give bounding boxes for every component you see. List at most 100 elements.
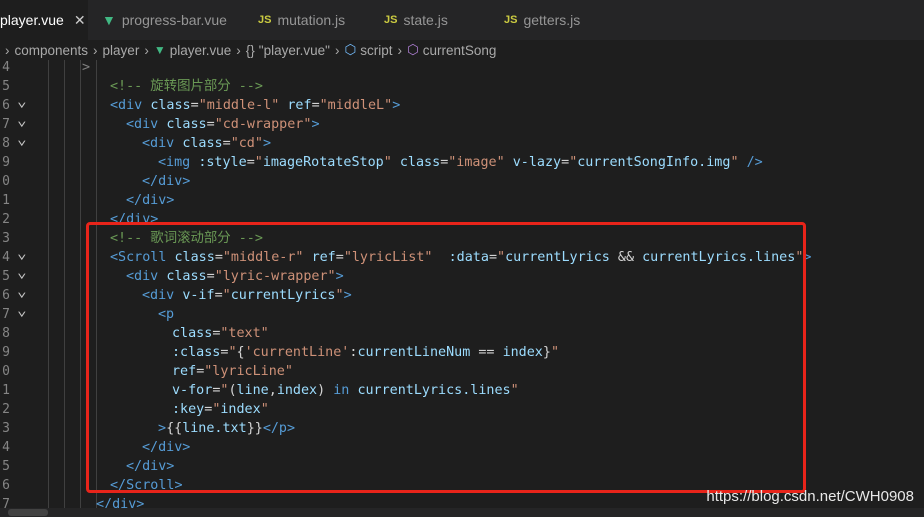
tab-label: player.vue — [0, 12, 64, 28]
code-token: = — [222, 136, 231, 151]
code-token: v-lazy — [512, 155, 562, 170]
line-number: 0 — [2, 364, 10, 379]
fold-chevron-icon[interactable]: ⌄ — [17, 281, 27, 300]
breadcrumb-item[interactable]: script — [360, 43, 392, 58]
code-token: imageRotateStop — [262, 155, 384, 170]
code-token: /> — [746, 155, 763, 170]
code-token: class — [182, 136, 223, 151]
watermark: https://blog.csdn.net/CWH0908 — [706, 488, 914, 505]
code-token: <div — [142, 136, 175, 151]
code-text: </div> — [142, 172, 190, 191]
line-number: 8 — [2, 326, 10, 341]
code-line[interactable]: 4 > — [0, 58, 924, 77]
tab-bar: player.vue ✕ ▼ progress-bar.vue JS mutat… — [0, 0, 924, 40]
code-token: = — [246, 155, 255, 170]
code-line[interactable]: 9 <img :style="imageRotateStop" class="im… — [0, 153, 924, 172]
fold-chevron-icon[interactable]: ⌄ — [17, 129, 27, 148]
tab-getters-js[interactable]: JS getters.js — [488, 0, 608, 40]
chevron-right-icon: › — [236, 42, 241, 58]
chevron-right-icon: › — [93, 42, 98, 58]
code-token: <div — [110, 98, 143, 113]
code-line[interactable]: 1 </div> — [0, 191, 924, 210]
code-token: = — [190, 98, 199, 113]
code-token: :style — [198, 155, 247, 170]
code-token: currentSongInfo.img — [577, 155, 731, 170]
code-token: class — [150, 98, 191, 113]
line-number: 3 — [2, 421, 10, 436]
code-token: class — [166, 117, 207, 132]
line-number: 6 — [2, 288, 10, 303]
code-token: > — [82, 60, 91, 75]
line-number: 5 — [2, 79, 10, 94]
code-text: <div class="cd-wrapper"> — [126, 115, 320, 134]
line-number: 1 — [2, 193, 10, 208]
code-token: " — [254, 155, 263, 170]
line-number: 9 — [2, 155, 10, 170]
line-number: 0 — [2, 174, 10, 189]
tab-state-js[interactable]: JS state.js — [368, 0, 488, 40]
code-text: <!-- 旋转图片部分 --> — [110, 77, 263, 96]
vue-icon: ▼ — [102, 12, 116, 28]
code-token: > — [311, 117, 320, 132]
code-text: </div> — [126, 191, 174, 210]
line-number: 5 — [2, 269, 10, 284]
code-text: > — [82, 58, 90, 77]
code-token: "cd" — [230, 136, 263, 151]
code-line[interactable]: 7 ⌄ <div class="cd-wrapper"> — [0, 110, 924, 134]
horizontal-scrollbar[interactable] — [0, 508, 924, 517]
vue-icon: ▼ — [153, 43, 166, 57]
code-token: = — [561, 155, 570, 170]
code-token: > — [262, 136, 271, 151]
fold-chevron-icon[interactable]: ⌄ — [17, 110, 27, 129]
code-line[interactable]: 0 </div> — [0, 172, 924, 191]
code-token: </div> — [142, 174, 191, 189]
code-text: <div class="middle-l" ref="middleL"> — [110, 96, 400, 115]
cube-icon: ⬡ — [344, 42, 357, 57]
js-icon: JS — [504, 14, 518, 26]
code-token: ref — [287, 98, 312, 113]
cube-icon: ⬡ — [407, 42, 419, 57]
js-icon: JS — [258, 14, 272, 26]
code-token: " — [383, 155, 392, 170]
code-line[interactable]: 6 ⌄ <div class="middle-l" ref="middleL"> — [0, 91, 924, 115]
code-line[interactable]: 8 ⌄ <div class="cd"> — [0, 129, 924, 153]
fold-chevron-icon[interactable]: ⌄ — [17, 91, 27, 110]
code-token: <img — [158, 155, 191, 170]
code-token: " — [730, 155, 739, 170]
code-token: = — [206, 117, 215, 132]
code-line[interactable]: 5 <!-- 旋转图片部分 --> — [0, 77, 924, 96]
code-token: "middleL" — [319, 98, 393, 113]
fold-chevron-icon[interactable]: ⌄ — [17, 300, 27, 319]
line-number: 1 — [2, 383, 10, 398]
fold-chevron-icon[interactable]: ⌄ — [17, 243, 27, 262]
line-number: 9 — [2, 345, 10, 360]
line-number: 2 — [2, 212, 10, 227]
breadcrumb-item[interactable]: player — [103, 43, 140, 58]
breadcrumb-item[interactable]: components — [15, 43, 89, 58]
scrollbar-thumb[interactable] — [8, 509, 48, 516]
code-text: <img :style="imageRotateStop" class="ima… — [158, 153, 763, 172]
tab-label: state.js — [403, 12, 448, 28]
breadcrumb-item[interactable]: player.vue — [170, 43, 232, 58]
code-token: </div> — [126, 193, 175, 208]
line-number: 4 — [2, 250, 10, 265]
fold-chevron-icon[interactable]: ⌄ — [17, 262, 27, 281]
code-token: class — [399, 155, 441, 170]
line-number: 6 — [2, 478, 10, 493]
breadcrumb-item[interactable]: "player.vue" — [259, 43, 330, 58]
line-number: 8 — [2, 136, 10, 151]
tab-label: progress-bar.vue — [121, 12, 227, 28]
code-token: = — [311, 98, 320, 113]
tab-progress-bar-vue[interactable]: ▼ progress-bar.vue — [88, 0, 240, 40]
code-token: <div — [126, 117, 159, 132]
tab-player-vue[interactable]: player.vue ✕ — [0, 0, 88, 40]
braces-icon: {} — [245, 42, 255, 58]
code-token: "cd-wrapper" — [214, 117, 312, 132]
breadcrumb-item[interactable]: currentSong — [423, 43, 497, 58]
close-icon[interactable]: ✕ — [74, 12, 86, 29]
code-token: "image" — [448, 155, 505, 170]
chevron-right-icon: › — [5, 42, 10, 58]
tab-mutation-js[interactable]: JS mutation.js — [240, 0, 368, 40]
